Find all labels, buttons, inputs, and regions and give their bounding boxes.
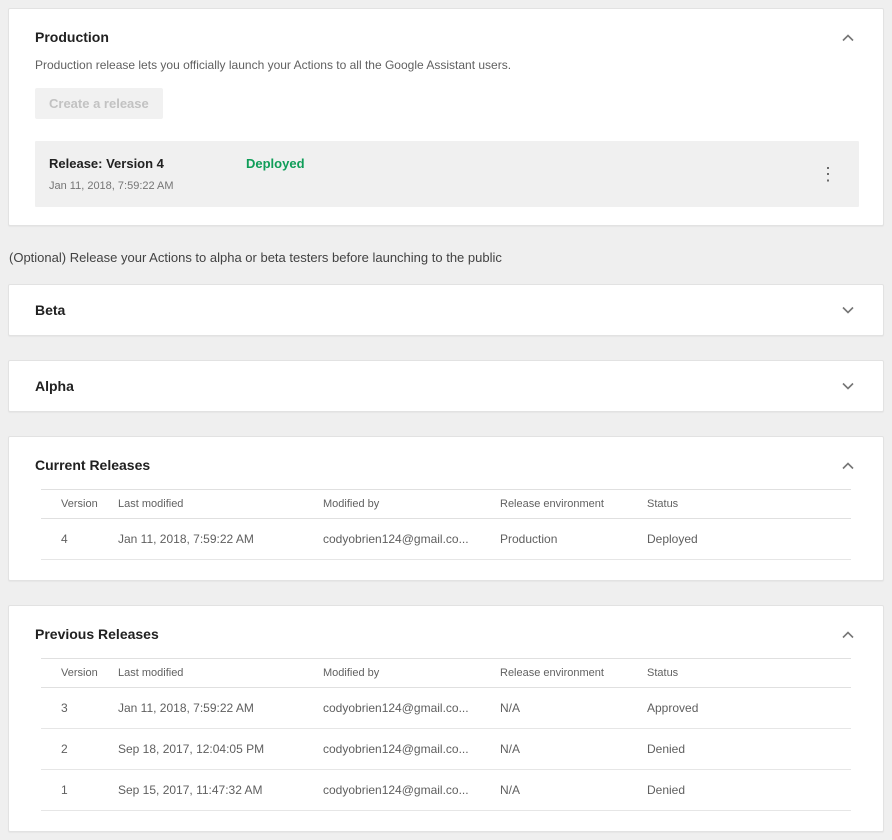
table-row: 4 Jan 11, 2018, 7:59:22 AM codyobrien124… bbox=[41, 519, 851, 560]
production-title: Production bbox=[35, 29, 109, 45]
cell-status: Deployed bbox=[647, 519, 851, 560]
cell-release-environment: N/A bbox=[500, 729, 647, 770]
beta-card-header[interactable]: Beta bbox=[9, 285, 883, 335]
beta-title: Beta bbox=[35, 302, 65, 318]
production-card-header[interactable]: Production bbox=[9, 9, 883, 45]
column-header-version: Version bbox=[41, 659, 118, 688]
cell-last-modified: Jan 11, 2018, 7:59:22 AM bbox=[118, 688, 323, 729]
column-header-status: Status bbox=[647, 659, 851, 688]
cell-last-modified: Sep 18, 2017, 12:04:05 PM bbox=[118, 729, 323, 770]
release-date: Jan 11, 2018, 7:59:22 AM bbox=[49, 180, 305, 192]
cell-release-environment: N/A bbox=[500, 770, 647, 811]
chevron-down-icon[interactable] bbox=[839, 304, 857, 317]
table-header-row: Version Last modified Modified by Releas… bbox=[41, 659, 851, 688]
current-releases-table: Version Last modified Modified by Releas… bbox=[41, 489, 851, 560]
cell-modified-by: codyobrien124@gmail.co... bbox=[323, 519, 500, 560]
cell-last-modified: Sep 15, 2017, 11:47:32 AM bbox=[118, 770, 323, 811]
column-header-version: Version bbox=[41, 490, 118, 519]
previous-releases-table: Version Last modified Modified by Releas… bbox=[41, 658, 851, 811]
current-releases-title: Current Releases bbox=[35, 457, 150, 473]
optional-note: (Optional) Release your Actions to alpha… bbox=[9, 250, 884, 265]
cell-version: 2 bbox=[41, 729, 118, 770]
column-header-modified-by: Modified by bbox=[323, 490, 500, 519]
previous-releases-title: Previous Releases bbox=[35, 626, 159, 642]
more-options-icon[interactable]: ⋮ bbox=[811, 162, 845, 187]
release-info: Release: Version 4 Deployed Jan 11, 2018… bbox=[49, 156, 305, 192]
release-status-badge: Deployed bbox=[246, 156, 305, 171]
column-header-status: Status bbox=[647, 490, 851, 519]
cell-status: Denied bbox=[647, 729, 851, 770]
cell-status: Denied bbox=[647, 770, 851, 811]
production-description: Production release lets you officially l… bbox=[35, 58, 857, 72]
cell-modified-by: codyobrien124@gmail.co... bbox=[323, 688, 500, 729]
column-header-modified-by: Modified by bbox=[323, 659, 500, 688]
column-header-last-modified: Last modified bbox=[118, 659, 323, 688]
table-row: 1 Sep 15, 2017, 11:47:32 AM codyobrien12… bbox=[41, 770, 851, 811]
cell-last-modified: Jan 11, 2018, 7:59:22 AM bbox=[118, 519, 323, 560]
cell-release-environment: Production bbox=[500, 519, 647, 560]
current-releases-card: Current Releases Version Last modified M… bbox=[8, 436, 884, 581]
cell-version: 3 bbox=[41, 688, 118, 729]
production-release-row: Release: Version 4 Deployed Jan 11, 2018… bbox=[35, 141, 859, 207]
beta-card: Beta bbox=[8, 284, 884, 336]
release-title-line: Release: Version 4 Deployed bbox=[49, 156, 305, 171]
production-card: Production Production release lets you o… bbox=[8, 8, 884, 226]
cell-modified-by: codyobrien124@gmail.co... bbox=[323, 770, 500, 811]
cell-modified-by: codyobrien124@gmail.co... bbox=[323, 729, 500, 770]
previous-releases-card-header[interactable]: Previous Releases bbox=[9, 606, 883, 642]
alpha-card-header[interactable]: Alpha bbox=[9, 361, 883, 411]
chevron-up-icon[interactable] bbox=[839, 628, 857, 641]
column-header-release-environment: Release environment bbox=[500, 490, 647, 519]
cell-version: 1 bbox=[41, 770, 118, 811]
alpha-title: Alpha bbox=[35, 378, 74, 394]
column-header-last-modified: Last modified bbox=[118, 490, 323, 519]
create-release-button[interactable]: Create a release bbox=[35, 88, 163, 119]
cell-release-environment: N/A bbox=[500, 688, 647, 729]
cell-version: 4 bbox=[41, 519, 118, 560]
chevron-up-icon[interactable] bbox=[839, 31, 857, 44]
chevron-up-icon[interactable] bbox=[839, 459, 857, 472]
column-header-release-environment: Release environment bbox=[500, 659, 647, 688]
table-row: 3 Jan 11, 2018, 7:59:22 AM codyobrien124… bbox=[41, 688, 851, 729]
current-releases-card-header[interactable]: Current Releases bbox=[9, 437, 883, 473]
alpha-card: Alpha bbox=[8, 360, 884, 412]
table-row: 2 Sep 18, 2017, 12:04:05 PM codyobrien12… bbox=[41, 729, 851, 770]
release-name: Release: Version 4 bbox=[49, 156, 246, 171]
previous-releases-card: Previous Releases Version Last modified … bbox=[8, 605, 884, 832]
table-header-row: Version Last modified Modified by Releas… bbox=[41, 490, 851, 519]
cell-status: Approved bbox=[647, 688, 851, 729]
releases-page: Production Production release lets you o… bbox=[0, 0, 892, 840]
chevron-down-icon[interactable] bbox=[839, 380, 857, 393]
